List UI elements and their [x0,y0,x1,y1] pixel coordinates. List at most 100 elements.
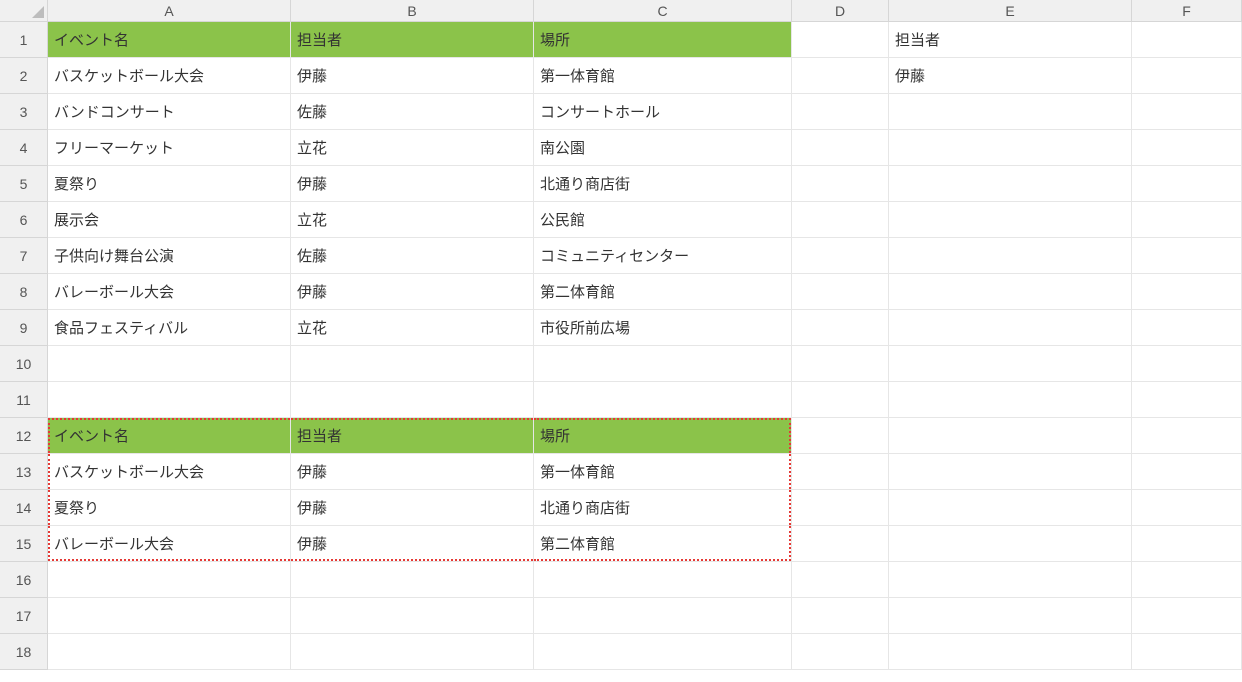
row-header[interactable]: 16 [0,562,48,598]
col-header-F[interactable]: F [1132,0,1242,22]
cell-C9[interactable]: 市役所前広場 [534,310,792,346]
cell-A4[interactable]: フリーマーケット [48,130,291,166]
cell-F2[interactable] [1132,58,1242,94]
cell-C2[interactable]: 第一体育館 [534,58,792,94]
cell-C12[interactable]: 場所 [534,418,792,454]
cell-A18[interactable] [48,634,291,670]
cell-A10[interactable] [48,346,291,382]
cell-C5[interactable]: 北通り商店街 [534,166,792,202]
cell-F15[interactable] [1132,526,1242,562]
cell-A9[interactable]: 食品フェスティバル [48,310,291,346]
cell-B10[interactable] [291,346,534,382]
cell-C1[interactable]: 場所 [534,22,792,58]
cell-A12[interactable]: イベント名 [48,418,291,454]
cell-E11[interactable] [889,382,1132,418]
cell-B11[interactable] [291,382,534,418]
cell-D10[interactable] [792,346,889,382]
cell-A1[interactable]: イベント名 [48,22,291,58]
cell-D5[interactable] [792,166,889,202]
cell-B7[interactable]: 佐藤 [291,238,534,274]
cell-B12[interactable]: 担当者 [291,418,534,454]
cell-B3[interactable]: 佐藤 [291,94,534,130]
cell-E17[interactable] [889,598,1132,634]
cell-A16[interactable] [48,562,291,598]
row-header[interactable]: 12 [0,418,48,454]
cell-D12[interactable] [792,418,889,454]
row-header[interactable]: 4 [0,130,48,166]
cell-A8[interactable]: バレーボール大会 [48,274,291,310]
cell-D9[interactable] [792,310,889,346]
row-header[interactable]: 11 [0,382,48,418]
row-header[interactable]: 9 [0,310,48,346]
select-all-corner[interactable] [0,0,48,22]
cell-F13[interactable] [1132,454,1242,490]
cell-A2[interactable]: バスケットボール大会 [48,58,291,94]
cell-E4[interactable] [889,130,1132,166]
col-header-A[interactable]: A [48,0,291,22]
cell-E3[interactable] [889,94,1132,130]
cell-D8[interactable] [792,274,889,310]
cell-A6[interactable]: 展示会 [48,202,291,238]
cell-C10[interactable] [534,346,792,382]
cell-D1[interactable] [792,22,889,58]
cell-E12[interactable] [889,418,1132,454]
cell-F7[interactable] [1132,238,1242,274]
cell-E1[interactable]: 担当者 [889,22,1132,58]
cell-B15[interactable]: 伊藤 [291,526,534,562]
spreadsheet-grid[interactable]: A B C D E F 1 イベント名 担当者 場所 担当者 2 バスケットボー… [0,0,1242,670]
row-header[interactable]: 10 [0,346,48,382]
cell-D7[interactable] [792,238,889,274]
row-header[interactable]: 6 [0,202,48,238]
cell-E5[interactable] [889,166,1132,202]
row-header[interactable]: 2 [0,58,48,94]
cell-D14[interactable] [792,490,889,526]
cell-E10[interactable] [889,346,1132,382]
cell-D15[interactable] [792,526,889,562]
cell-B18[interactable] [291,634,534,670]
cell-F17[interactable] [1132,598,1242,634]
col-header-D[interactable]: D [792,0,889,22]
cell-C4[interactable]: 南公園 [534,130,792,166]
cell-E18[interactable] [889,634,1132,670]
cell-C14[interactable]: 北通り商店街 [534,490,792,526]
cell-D11[interactable] [792,382,889,418]
cell-E13[interactable] [889,454,1132,490]
row-header[interactable]: 13 [0,454,48,490]
cell-A13[interactable]: バスケットボール大会 [48,454,291,490]
cell-E14[interactable] [889,490,1132,526]
cell-D6[interactable] [792,202,889,238]
row-header[interactable]: 7 [0,238,48,274]
cell-B4[interactable]: 立花 [291,130,534,166]
cell-C7[interactable]: コミュニティセンター [534,238,792,274]
cell-B16[interactable] [291,562,534,598]
cell-F14[interactable] [1132,490,1242,526]
cell-D4[interactable] [792,130,889,166]
row-header[interactable]: 3 [0,94,48,130]
col-header-C[interactable]: C [534,0,792,22]
cell-C13[interactable]: 第一体育館 [534,454,792,490]
cell-F12[interactable] [1132,418,1242,454]
cell-C6[interactable]: 公民館 [534,202,792,238]
cell-F1[interactable] [1132,22,1242,58]
cell-E6[interactable] [889,202,1132,238]
cell-A15[interactable]: バレーボール大会 [48,526,291,562]
cell-F16[interactable] [1132,562,1242,598]
row-header[interactable]: 15 [0,526,48,562]
row-header[interactable]: 1 [0,22,48,58]
cell-C11[interactable] [534,382,792,418]
cell-D2[interactable] [792,58,889,94]
cell-A7[interactable]: 子供向け舞台公演 [48,238,291,274]
cell-D3[interactable] [792,94,889,130]
cell-F4[interactable] [1132,130,1242,166]
cell-A17[interactable] [48,598,291,634]
cell-E8[interactable] [889,274,1132,310]
cell-C18[interactable] [534,634,792,670]
cell-A3[interactable]: バンドコンサート [48,94,291,130]
cell-B14[interactable]: 伊藤 [291,490,534,526]
cell-F9[interactable] [1132,310,1242,346]
col-header-E[interactable]: E [889,0,1132,22]
cell-A11[interactable] [48,382,291,418]
cell-B1[interactable]: 担当者 [291,22,534,58]
row-header[interactable]: 17 [0,598,48,634]
cell-B6[interactable]: 立花 [291,202,534,238]
